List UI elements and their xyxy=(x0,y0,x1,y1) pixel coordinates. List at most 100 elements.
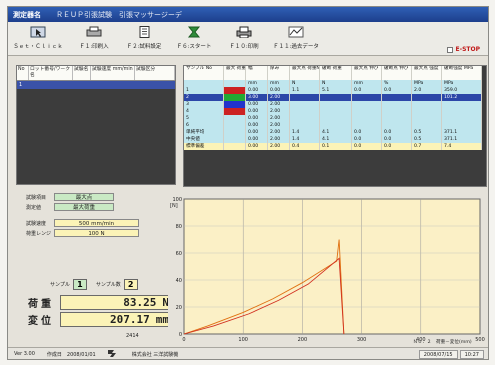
sample-counter: サンプル 1 サンプル数 2 xyxy=(50,279,138,290)
f11-history-button[interactable]: Ｆ１１:過去データ xyxy=(270,25,322,53)
document-title: ＲＥＵＰ引張試験 引張マッサージーデ xyxy=(56,10,182,19)
col-no: No xyxy=(17,66,29,80)
results-cell: 0.00 xyxy=(246,129,268,136)
estop-checkbox[interactable] xyxy=(447,46,454,53)
x-tick-label: 500 xyxy=(475,337,485,343)
results-cell: 1 xyxy=(184,87,224,94)
results-cell: mm xyxy=(352,80,382,87)
results-cell xyxy=(412,122,442,129)
graph-icon xyxy=(287,25,305,39)
param-speed-value[interactable]: 500 mm/min xyxy=(54,219,139,227)
col-type: 試験区分 xyxy=(135,66,175,80)
param-item: 試験項目 最大点 xyxy=(26,193,114,201)
results-cell xyxy=(442,115,482,122)
results-cell: 2.00 xyxy=(268,94,290,101)
results-cell xyxy=(382,101,412,108)
results-cell xyxy=(290,94,320,101)
results-cell xyxy=(290,108,320,115)
results-cell xyxy=(224,80,246,87)
param-measure-label: 測定値 xyxy=(26,204,42,211)
results-row[interactable]: 4 0.00 2.00 xyxy=(184,108,486,115)
results-cell: 標準偏差 xyxy=(184,143,224,150)
displacement-readout: 変位 207.17 mm xyxy=(28,311,176,328)
printer-icon xyxy=(85,25,103,39)
results-cell xyxy=(382,108,412,115)
results-cell: 0.00 xyxy=(246,87,268,94)
results-row[interactable]: mm mm N Nmm% MPa MPa xyxy=(184,80,486,87)
results-row[interactable]: 6 0.00 2.00 xyxy=(184,122,486,129)
results-cell xyxy=(352,94,382,101)
test-list-header: No ロット番号/ワーク名 試験名 試験速度 mm/min 試験区分 xyxy=(17,66,175,81)
results-table[interactable]: サンプル No 最大 荷重 幅 厚み 最大点 荷重N 破断 荷重 最大点 伸び … xyxy=(183,65,487,187)
f6-label: Ｆ６:スタート xyxy=(176,44,212,50)
version-text: Ver 3.00 xyxy=(14,351,35,357)
results-row[interactable]: 単純平均 0.00 2.00 1.4 4.1 0.0 0.0 0.5 371.1 xyxy=(184,129,486,136)
results-cell: 0.0 xyxy=(382,129,412,136)
y-tick-label: 80 xyxy=(176,224,182,230)
results-cell: 0.0 xyxy=(382,87,412,94)
results-cell: 2.00 xyxy=(268,122,290,129)
h-sample: サンプル No xyxy=(184,66,224,80)
results-cell xyxy=(382,94,412,101)
f6-start-button[interactable]: Ｆ６:スタート xyxy=(168,25,220,53)
results-cell: N xyxy=(320,80,352,87)
y-tick-label: 60 xyxy=(176,251,182,257)
f10-print-button[interactable]: Ｆ１０:印刷 xyxy=(218,25,270,53)
results-row[interactable]: 1 0.00 0.00 1.1 5.1 0.0 0.0 2.0 359.0 xyxy=(184,87,486,94)
results-cell xyxy=(320,94,352,101)
y-tick-label: 0 xyxy=(179,332,182,338)
results-cell: 2 xyxy=(184,94,224,101)
load-value: 83.25 xyxy=(123,296,157,309)
print-icon xyxy=(235,25,253,39)
results-cell: 2.00 xyxy=(268,101,290,108)
results-cell: MPa xyxy=(412,80,442,87)
set-click-button[interactable]: Ｓｅｔ・Ｃｌｉｃｋ xyxy=(12,25,64,53)
displacement-label: 変位 xyxy=(28,316,54,327)
results-row[interactable]: 3 0.00 2.00 xyxy=(184,101,486,108)
app-window: 測定器名 ＲＥＵＰ引張試験 引張マッサージーデ Ｓｅｔ・Ｃｌｉｃｋ Ｆ１:印刷入… xyxy=(7,6,489,360)
results-cell: 0.00 xyxy=(268,87,290,94)
results-cell xyxy=(382,122,412,129)
results-cell: mm xyxy=(246,80,268,87)
f1-button[interactable]: Ｆ１:印刷入 xyxy=(68,25,120,53)
results-cell: % xyxy=(382,80,412,87)
results-row[interactable]: 2 3.00 2.00 101.2 xyxy=(184,94,486,101)
x-tick-label: 0 xyxy=(182,337,185,343)
results-cell: 0.0 xyxy=(352,129,382,136)
row-lot xyxy=(29,81,73,89)
estop-toggle[interactable]: E-STOP xyxy=(447,46,480,53)
h-breakstr: 破断強度 MPa xyxy=(442,66,482,80)
results-cell: 単純平均 xyxy=(184,129,224,136)
h-breakelong: 破断点 伸び xyxy=(382,66,412,80)
param-measure-value[interactable]: 最大荷重 xyxy=(54,203,114,211)
toolbar: Ｓｅｔ・Ｃｌｉｃｋ Ｆ１:印刷入 Ｆ２:試料設定 Ｆ６:スタート Ｆ１０:印刷 xyxy=(8,22,488,56)
company-name: 株式会社 三洋試験機 xyxy=(131,351,179,358)
f10-label: Ｆ１０:印刷 xyxy=(229,44,259,50)
results-row[interactable]: 中央値 0.00 2.00 1.4 4.1 0.0 0.0 0.5 371.1 xyxy=(184,136,486,143)
h-breakload: 破断 荷重 xyxy=(320,66,352,80)
results-cell: MPa xyxy=(442,80,482,87)
results-cell: 2.00 xyxy=(268,143,290,150)
param-item-value[interactable]: 最大点 xyxy=(54,193,114,201)
results-cell: 2.00 xyxy=(268,129,290,136)
status-date: 2008/07/15 xyxy=(418,349,458,359)
test-list-panel[interactable]: No ロット番号/ワーク名 試験名 試験速度 mm/min 試験区分 1 xyxy=(16,65,176,185)
results-cell: 0.0 xyxy=(382,136,412,143)
h-maxstr: 最大点 強度 xyxy=(412,66,442,80)
results-row[interactable]: 標準偏差 0.00 2.00 0.4 0.1 0.0 0.0 0.7 7.4 xyxy=(184,143,486,150)
row-no: 1 xyxy=(19,82,23,88)
title-bar: 測定器名 ＲＥＵＰ引張試験 引張マッサージーデ xyxy=(8,7,488,22)
row-speed xyxy=(91,81,135,89)
series-swatch xyxy=(224,108,246,115)
results-cell xyxy=(224,129,246,136)
param-range-value[interactable]: 100 N xyxy=(54,229,139,237)
results-cell: 2.00 xyxy=(268,108,290,115)
results-cell: 0.0 xyxy=(352,143,382,150)
results-row[interactable]: 5 0.00 2.00 xyxy=(184,115,486,122)
results-cell xyxy=(290,115,320,122)
f2-button[interactable]: Ｆ２:試料設定 xyxy=(118,25,170,53)
set-click-label: Ｓｅｔ・Ｃｌｉｃｋ xyxy=(13,44,63,50)
h-width: 幅 xyxy=(246,66,268,80)
test-list-row[interactable]: 1 xyxy=(17,81,175,89)
x-tick-label: 200 xyxy=(298,337,308,343)
